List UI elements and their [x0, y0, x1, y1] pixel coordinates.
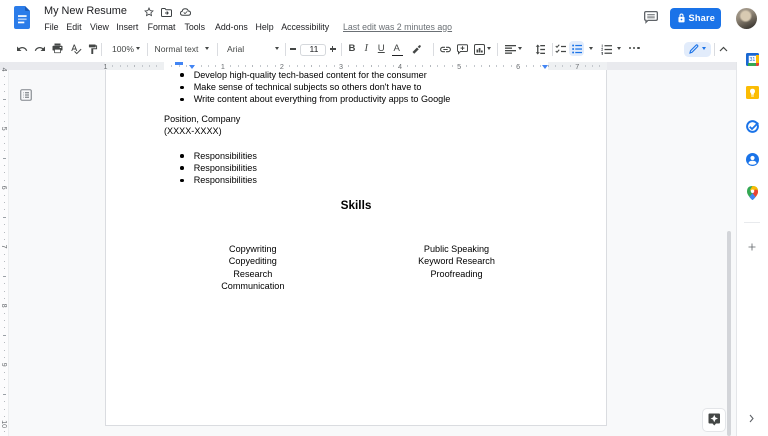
- svg-text:31: 31: [749, 57, 755, 63]
